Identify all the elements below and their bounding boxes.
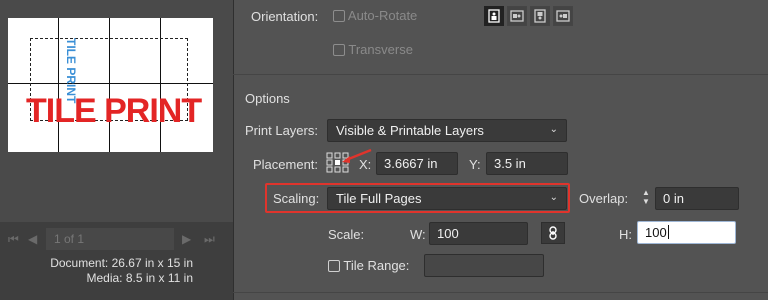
scaling-select[interactable]: Tile Full Pages ⌄ (327, 187, 567, 210)
scale-height-field[interactable]: 100 (637, 221, 736, 244)
document-label: Document: (50, 256, 109, 270)
tile-range-option[interactable]: Tile Range: (328, 258, 409, 273)
x-label: X: (359, 157, 372, 172)
print-preview-page[interactable]: TILE PRINT TILE PRINT (8, 18, 213, 152)
scaling-label: Scaling: (273, 191, 320, 206)
reverse-landscape-icon (556, 10, 570, 22)
transverse-option[interactable]: Transverse (333, 42, 413, 57)
scale-width-field[interactable]: 100 (429, 222, 528, 245)
overlap-field[interactable]: 0 in (655, 187, 739, 210)
prev-page-icon[interactable]: ◀ (28, 232, 37, 246)
landscape-button[interactable] (507, 6, 527, 26)
section-divider (233, 74, 768, 75)
placement-label: Placement: (253, 157, 319, 172)
scale-label: Scale: (328, 227, 365, 242)
portrait-icon (488, 9, 500, 23)
print-layers-label: Print Layers: (245, 123, 318, 138)
transverse-label: Transverse (348, 42, 413, 57)
landscape-icon (510, 10, 524, 22)
next-page-icon[interactable]: ▶ (182, 232, 191, 246)
y-label: Y: (469, 157, 481, 172)
transverse-checkbox[interactable] (333, 44, 345, 56)
tile-range-field[interactable] (424, 254, 544, 277)
media-label: Media: (86, 271, 123, 285)
preview-area: TILE PRINT TILE PRINT (0, 0, 233, 222)
tile-range-checkbox[interactable] (328, 260, 340, 272)
bottom-divider (233, 292, 768, 293)
options-title: Options (245, 91, 290, 106)
document-value: 26.67 in x 15 in (111, 256, 193, 270)
reverse-landscape-button[interactable] (553, 6, 573, 26)
y-position-field[interactable]: 3.5 in (486, 152, 568, 175)
overlap-label: Overlap: (579, 191, 629, 206)
scale-height-value: 100 (645, 225, 667, 240)
auto-rotate-option[interactable]: Auto-Rotate (333, 8, 417, 23)
preview-panel: TILE PRINT TILE PRINT ⏮ ◀ 1 of 1 ▶ ⏭ Doc… (0, 0, 233, 300)
panel-divider (233, 0, 234, 300)
reverse-portrait-button[interactable] (530, 6, 550, 26)
orientation-label: Orientation: (251, 9, 319, 24)
document-info: Document: 26.67 in x 15 in Media: 8.5 in… (50, 256, 193, 286)
text-caret (667, 225, 669, 239)
portrait-button[interactable] (484, 6, 504, 26)
stepper-down-icon[interactable]: ▼ (640, 197, 652, 206)
h-label: H: (619, 227, 632, 242)
sample-big-text: TILE PRINT (26, 92, 202, 130)
reverse-portrait-icon (534, 9, 546, 23)
overlap-stepper[interactable]: ▲ ▼ (640, 188, 652, 210)
tile-range-label: Tile Range: (343, 258, 410, 273)
link-chain-icon (549, 226, 557, 240)
scaling-value: Tile Full Pages (336, 191, 422, 206)
stepper-up-icon[interactable]: ▲ (640, 188, 652, 197)
page-field[interactable]: 1 of 1 (46, 228, 174, 250)
auto-rotate-checkbox[interactable] (333, 10, 345, 22)
print-layers-select[interactable]: Visible & Printable Layers ⌄ (327, 119, 567, 142)
media-value: 8.5 in x 11 in (125, 271, 193, 285)
page-navigator: ⏮ ◀ 1 of 1 ▶ ⏭ (0, 228, 233, 252)
chevron-down-icon: ⌄ (549, 124, 558, 135)
w-label: W: (410, 227, 426, 242)
print-layers-value: Visible & Printable Layers (336, 123, 484, 138)
first-page-icon[interactable]: ⏮ (8, 232, 19, 247)
last-page-icon[interactable]: ⏭ (204, 232, 215, 247)
x-position-field[interactable]: 3.6667 in (376, 152, 458, 175)
auto-rotate-label: Auto-Rotate (347, 8, 418, 23)
constrain-proportions-button[interactable] (541, 222, 565, 244)
chevron-down-icon: ⌄ (549, 192, 558, 203)
